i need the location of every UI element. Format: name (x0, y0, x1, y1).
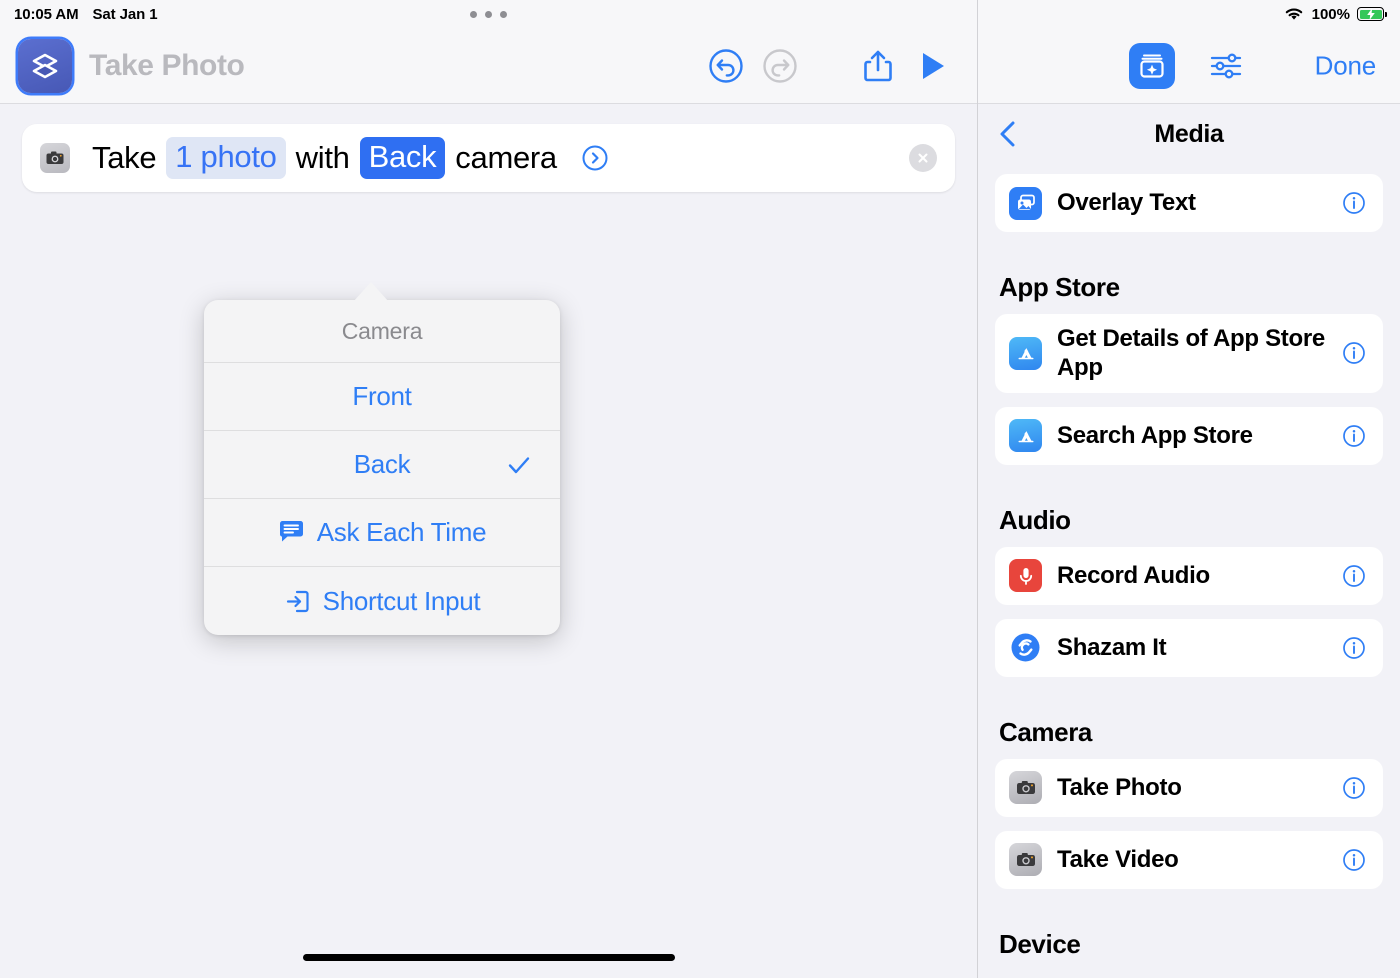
shortcut-input-icon (284, 588, 311, 615)
library-navbar: Media (978, 104, 1400, 164)
info-icon[interactable] (1341, 848, 1367, 872)
home-indicator[interactable] (302, 954, 675, 961)
info-icon[interactable] (1341, 564, 1367, 588)
redo-icon (763, 48, 797, 83)
action-word-camera: camera (455, 140, 557, 175)
action-library-pane: 100% Done Media Overlay Text App Store G… (978, 0, 1400, 978)
undo-icon (709, 48, 743, 83)
popup-item-ask-each-time[interactable]: Ask Each Time (204, 499, 560, 567)
popup-item-shortcut-input[interactable]: Shortcut Input (204, 567, 560, 635)
library-toolbar: Done (978, 28, 1400, 104)
chevron-left-icon[interactable] (996, 118, 1020, 150)
camera-icon (1009, 771, 1042, 805)
list-item-label: Overlay Text (1057, 189, 1196, 217)
list-item-label: Take Photo (1057, 773, 1182, 801)
list-item-take-photo[interactable]: Take Photo (995, 758, 1383, 817)
status-bar-right: 100% (978, 0, 1400, 28)
undo-button[interactable] (699, 39, 753, 93)
list-item-label: Get Details of App Store App (1057, 325, 1325, 382)
section-header-audio: Audio (999, 504, 1071, 535)
list-item-label: Shazam It (1057, 633, 1167, 661)
ask-each-time-icon (278, 519, 305, 546)
share-icon (864, 50, 892, 81)
action-card-take-photo[interactable]: Take 1 photo with Back camera (22, 124, 955, 192)
share-button[interactable] (851, 39, 905, 93)
list-item-label: Take Video (1057, 845, 1179, 873)
action-text: Take 1 photo with Back camera (84, 137, 609, 179)
list-item-label: Record Audio (1057, 561, 1210, 589)
shortcuts-icon[interactable] (18, 38, 72, 93)
info-icon[interactable] (1341, 424, 1367, 448)
ipad-shortcuts-editor: 10:05 AM Sat Jan 1 Take Photo Take 1 pho… (0, 0, 1400, 978)
action-token-count[interactable]: 1 photo (166, 137, 286, 179)
checkmark-icon (506, 452, 532, 478)
popup-item-front[interactable]: Front (204, 363, 560, 431)
action-word-with: with (295, 140, 350, 175)
section-header-app-store: App Store (999, 272, 1120, 302)
sliders-icon[interactable] (1203, 43, 1249, 89)
list-item-record-audio[interactable]: Record Audio (995, 546, 1383, 605)
done-button[interactable]: Done (1315, 50, 1377, 81)
list-item-take-video[interactable]: Take Video (995, 830, 1383, 889)
camera-select-popup: Camera Front Back Ask Each Time Shortcut… (204, 300, 560, 635)
microphone-icon (1009, 559, 1042, 593)
play-icon (923, 52, 944, 79)
shortcut-editor-pane: 10:05 AM Sat Jan 1 Take Photo Take 1 pho… (0, 0, 978, 978)
list-item-get-details-of-app-store-app[interactable]: Get Details of App Store App (995, 314, 1383, 393)
battery-charging-icon (1357, 7, 1387, 21)
app-store-icon (1009, 336, 1042, 370)
page-title: Media (1154, 119, 1224, 148)
status-bar-left: 10:05 AM Sat Jan 1 (0, 0, 977, 28)
list-item-label: Search App Store (1057, 421, 1253, 449)
close-icon[interactable] (909, 144, 937, 172)
list-top-spacer (995, 164, 1383, 174)
popup-item-label: Front (352, 381, 412, 411)
shortcut-canvas: Take 1 photo with Back camera Camera Fro… (0, 104, 977, 978)
shazam-icon (1009, 631, 1042, 665)
action-library-list[interactable]: Overlay Text App Store Get Details of Ap… (978, 164, 1400, 978)
popup-item-label: Ask Each Time (316, 517, 487, 547)
action-library-icon[interactable] (1129, 42, 1175, 89)
info-icon[interactable] (1341, 776, 1367, 800)
chevron-right-circle-icon[interactable] (581, 144, 609, 172)
battery-percent-label: 100% (1311, 5, 1350, 23)
shortcut-name-field[interactable]: Take Photo (89, 49, 245, 83)
action-token-camera[interactable]: Back (359, 137, 446, 179)
action-word-take: Take (92, 140, 157, 175)
multitasking-dots-icon[interactable] (0, 0, 977, 28)
list-item-search-app-store[interactable]: Search App Store (995, 406, 1383, 465)
overlay-text-icon (1009, 186, 1042, 220)
camera-icon (1009, 843, 1042, 877)
play-button[interactable] (905, 39, 959, 93)
popup-caret (353, 282, 389, 302)
popup-header: Camera (204, 300, 560, 363)
info-icon[interactable] (1341, 341, 1367, 365)
app-store-icon (1009, 419, 1042, 453)
info-icon[interactable] (1341, 636, 1367, 660)
popup-item-label: Shortcut Input (322, 585, 481, 616)
editor-toolbar: Take Photo (0, 28, 977, 104)
redo-button[interactable] (753, 39, 807, 93)
info-icon[interactable] (1341, 191, 1367, 215)
wifi-icon (1283, 6, 1305, 22)
camera-icon (40, 143, 70, 173)
popup-item-back[interactable]: Back (204, 431, 560, 499)
list-item-overlay-text[interactable]: Overlay Text (995, 174, 1383, 232)
section-header-camera: Camera (999, 716, 1092, 747)
list-item-shazam-it[interactable]: Shazam It (995, 618, 1383, 677)
section-header-device: Device (999, 928, 1081, 959)
